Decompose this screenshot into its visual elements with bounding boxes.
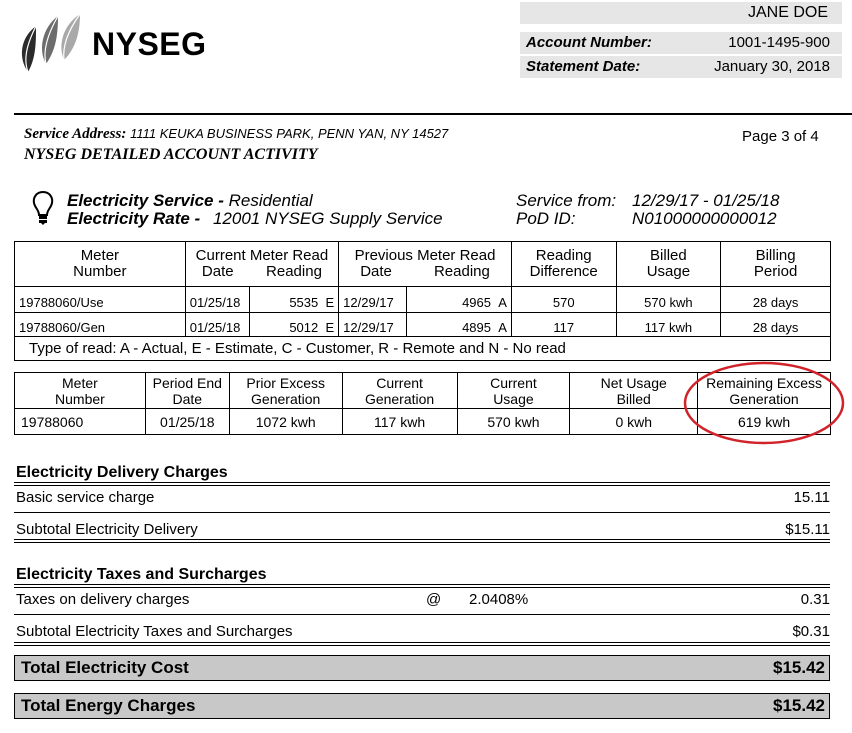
previous-reading-cell: 4895 A: [406, 312, 512, 337]
taxes-line-rule: [14, 614, 830, 615]
delivery-subtotal-label: Subtotal Electricity Delivery: [16, 521, 198, 538]
net-cell: 19788060: [14, 408, 146, 435]
difference-cell: 570: [510, 286, 617, 313]
leaf-logo-icon: [21, 13, 81, 73]
statement-date-row: Statement Date: January 30, 2018: [520, 56, 842, 78]
highlight-circle: [683, 361, 845, 445]
section-title: NYSEG DETAILED ACCOUNT ACTIVITY: [24, 146, 318, 163]
previous-read-header: Previous Meter Read Date Reading: [338, 241, 512, 287]
page-indicator: Page 3 of 4: [742, 128, 819, 145]
lightbulb-icon: [32, 190, 54, 225]
highlight-ellipse: [683, 361, 845, 445]
net-header-cell: Current Usage: [456, 372, 571, 409]
taxes-line-value: 0.31: [800, 591, 830, 608]
net-cell: 0 kwh: [569, 408, 699, 435]
read-type-legend: Type of read: A - Actual, E - Estimate, …: [14, 336, 831, 361]
taxes-subtotal-value: $0.31: [792, 623, 830, 640]
current-date-cell: 01/25/18: [184, 286, 250, 313]
meter-number-header: Meter Number: [14, 241, 186, 287]
total-electricity-label: Total Electricity Cost: [21, 658, 189, 677]
delivery-subtotal-rule: [14, 539, 830, 543]
previous-reading-cell: 4965 A: [406, 286, 512, 313]
meter-cell: 19788060/Use: [14, 286, 186, 313]
net-header-cell: Meter Number: [14, 372, 146, 409]
table-row: 19788060/Gen 01/25/18 5012 E 12/29/17 48…: [14, 312, 831, 337]
total-electricity-cost-bar: Total Electricity Cost $15.42: [14, 655, 830, 681]
pod-id-label: PoD ID:: [516, 209, 576, 228]
table-row: 19788060/Use 01/25/18 5535 E 12/29/17 49…: [14, 286, 831, 313]
usage-cell: 570 kwh: [615, 286, 722, 313]
net-cell: 1072 kwh: [228, 408, 343, 435]
header-divider: [14, 113, 852, 115]
account-number-label: Account Number:: [526, 34, 652, 51]
customer-name: JANE DOE: [520, 2, 842, 24]
current-date-cell: 01/25/18: [184, 312, 250, 337]
taxes-line-label: Taxes on delivery charges: [16, 591, 190, 608]
electricity-rate-value: 12001 NYSEG Supply Service: [212, 209, 443, 228]
total-energy-label: Total Energy Charges: [21, 696, 196, 715]
total-energy-charges-bar: Total Energy Charges $15.42: [14, 693, 830, 719]
service-from-value: 12/29/17 - 01/25/18: [632, 191, 780, 210]
current-reading-cell: 5012 E: [248, 312, 340, 337]
net-cell: 117 kwh: [341, 408, 458, 435]
delivery-title-rule: [14, 482, 830, 486]
usage-cell: 117 kwh: [615, 312, 722, 337]
statement-date-label: Statement Date:: [526, 58, 641, 75]
total-electricity-value: $15.42: [773, 658, 825, 677]
taxes-subtotal-rule: [14, 642, 830, 646]
billing-period-header: Billing Period: [720, 241, 831, 287]
electricity-service-value: Residential: [228, 191, 313, 210]
taxes-at-symbol: @: [426, 591, 442, 608]
taxes-title-rule: [14, 584, 830, 588]
account-number-row: Account Number: 1001-1495-900: [520, 32, 842, 54]
basic-service-label: Basic service charge: [16, 489, 155, 506]
taxes-title: Electricity Taxes and Surcharges: [16, 566, 267, 583]
period-cell: 28 days: [720, 312, 831, 337]
basic-service-rule: [14, 512, 830, 513]
net-cell: 01/25/18: [144, 408, 230, 435]
period-cell: 28 days: [720, 286, 831, 313]
current-reading-cell: 5535 E: [248, 286, 340, 313]
nyseg-logo: NYSEG: [14, 8, 214, 76]
total-energy-value: $15.42: [773, 696, 825, 715]
service-from-label: Service from:: [516, 191, 617, 210]
net-header-cell: Prior Excess Generation: [228, 372, 343, 409]
net-header-cell: Net Usage Billed: [569, 372, 699, 409]
delivery-subtotal-value: $15.11: [785, 521, 830, 538]
service-address-value: 1111 KEUKA BUSINESS PARK, PENN YAN, NY 1…: [130, 126, 449, 141]
service-address-label: Service Address:: [24, 126, 127, 142]
account-number-value: 1001-1495-900: [728, 34, 830, 51]
statement-date-value: January 30, 2018: [714, 58, 830, 75]
taxes-subtotal-label: Subtotal Electricity Taxes and Surcharge…: [16, 623, 293, 640]
billed-usage-header: Billed Usage: [615, 241, 722, 287]
net-header-cell: Period End Date: [144, 372, 230, 409]
electricity-rate-line: Electricity Rate - 12001 NYSEG Supply Se…: [67, 209, 443, 229]
current-read-header: Current Meter Read Date Reading: [184, 241, 340, 287]
brand-name: NYSEG: [92, 26, 207, 62]
service-address: Service Address: 1111 KEUKA BUSINESS PAR…: [24, 126, 448, 143]
previous-date-cell: 12/29/17: [338, 312, 408, 337]
net-header-cell: Current Generation: [341, 372, 458, 409]
read-type-legend-row: Type of read: A - Actual, E - Estimate, …: [14, 336, 831, 361]
basic-service-value: 15.11: [793, 489, 830, 506]
electricity-rate-label: Electricity Rate -: [67, 209, 201, 228]
reading-difference-header: Reading Difference: [510, 241, 617, 287]
meter-cell: 19788060/Gen: [14, 312, 186, 337]
previous-date-cell: 12/29/17: [338, 286, 408, 313]
taxes-rate: 2.0408%: [469, 591, 529, 608]
delivery-charges-title: Electricity Delivery Charges: [16, 464, 228, 481]
pod-id-value: N01000000000012: [632, 209, 777, 228]
difference-cell: 117: [510, 312, 617, 337]
net-cell: 570 kwh: [456, 408, 571, 435]
electricity-service-line: Electricity Service - Residential: [67, 191, 313, 211]
meter-read-table: Meter Number Current Meter Read Date Readi…: [14, 241, 831, 361]
electricity-service-label: Electricity Service -: [67, 191, 224, 210]
meter-table-header-row: Meter Number Current Meter Read Date Readi…: [14, 241, 831, 287]
